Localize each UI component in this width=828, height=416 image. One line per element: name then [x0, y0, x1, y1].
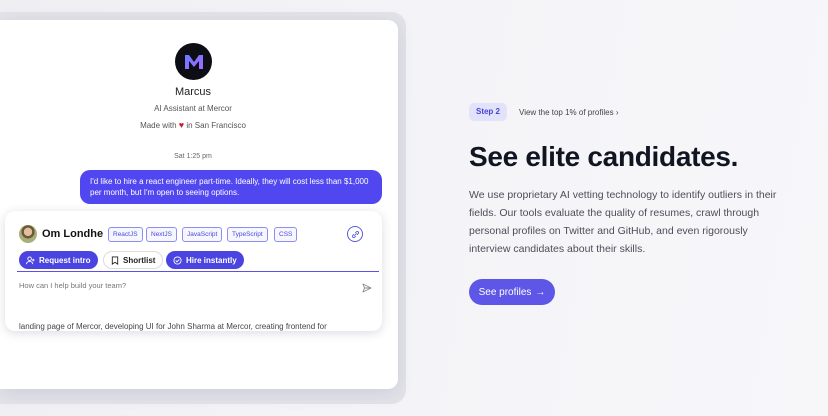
candidate-avatar — [19, 225, 37, 243]
see-profiles-button[interactable]: See profiles → — [469, 279, 555, 305]
mercor-logo-icon — [184, 54, 203, 69]
add-user-icon — [26, 255, 35, 264]
hero-description: We use proprietary AI vetting technology… — [469, 189, 777, 255]
link-icon — [351, 230, 359, 238]
request-intro-button[interactable]: Request intro — [19, 251, 98, 269]
assistant-role: AI Assistant at Mercor — [154, 104, 232, 113]
made-with-line: Made with ♥ in San Francisco — [0, 120, 386, 130]
candidate-description-snippet: landing page of Mercor, developing UI fo… — [19, 322, 327, 331]
bookmark-icon — [111, 255, 119, 265]
skill-tag: NextJS — [146, 227, 177, 242]
input-divider — [17, 271, 379, 272]
request-intro-label: Request intro — [39, 255, 91, 265]
send-icon — [362, 283, 372, 293]
send-button[interactable] — [362, 280, 372, 298]
top-profiles-link[interactable]: View the top 1% of profiles › — [519, 108, 618, 117]
chat-input[interactable]: How can I help build your team? — [19, 281, 126, 290]
made-suffix: in San Francisco — [186, 121, 246, 130]
hire-instantly-button[interactable]: Hire instantly — [166, 251, 244, 269]
shortlist-button[interactable]: Shortlist — [103, 251, 164, 269]
message-timestamp: Sat 1:25 pm — [174, 153, 212, 160]
chevron-right-icon: › — [615, 108, 619, 117]
skill-tag: JavaScript — [182, 227, 223, 242]
candidate-card: Om Londhe ReactJS NextJS JavaScript Type… — [5, 211, 382, 331]
assistant-avatar — [175, 43, 212, 80]
see-profiles-label: See profiles — [478, 286, 532, 298]
chat-card: Marcus AI Assistant at Mercor Made with … — [0, 20, 398, 389]
heart-icon: ♥ — [178, 120, 185, 130]
check-circle-icon — [173, 255, 182, 265]
made-prefix: Made with — [140, 121, 177, 130]
skill-tag: TypeScript — [227, 227, 268, 242]
shortlist-label: Shortlist — [123, 255, 156, 265]
share-profile-button[interactable] — [347, 226, 363, 242]
hire-instantly-label: Hire instantly — [186, 255, 237, 265]
skill-tag: CSS — [274, 227, 298, 242]
candidate-name: Om Londhe — [42, 228, 104, 240]
arrow-right-icon: → — [535, 286, 546, 298]
page-headline: See elite candidates. — [469, 141, 739, 172]
top-profiles-link-label: View the top 1% of profiles — [519, 108, 614, 117]
skill-tag: ReactJS — [108, 227, 143, 242]
assistant-name: Marcus — [174, 86, 212, 98]
user-message-bubble: I'd like to hire a react engineer part-t… — [80, 170, 382, 204]
step-badge: Step 2 — [469, 103, 507, 121]
